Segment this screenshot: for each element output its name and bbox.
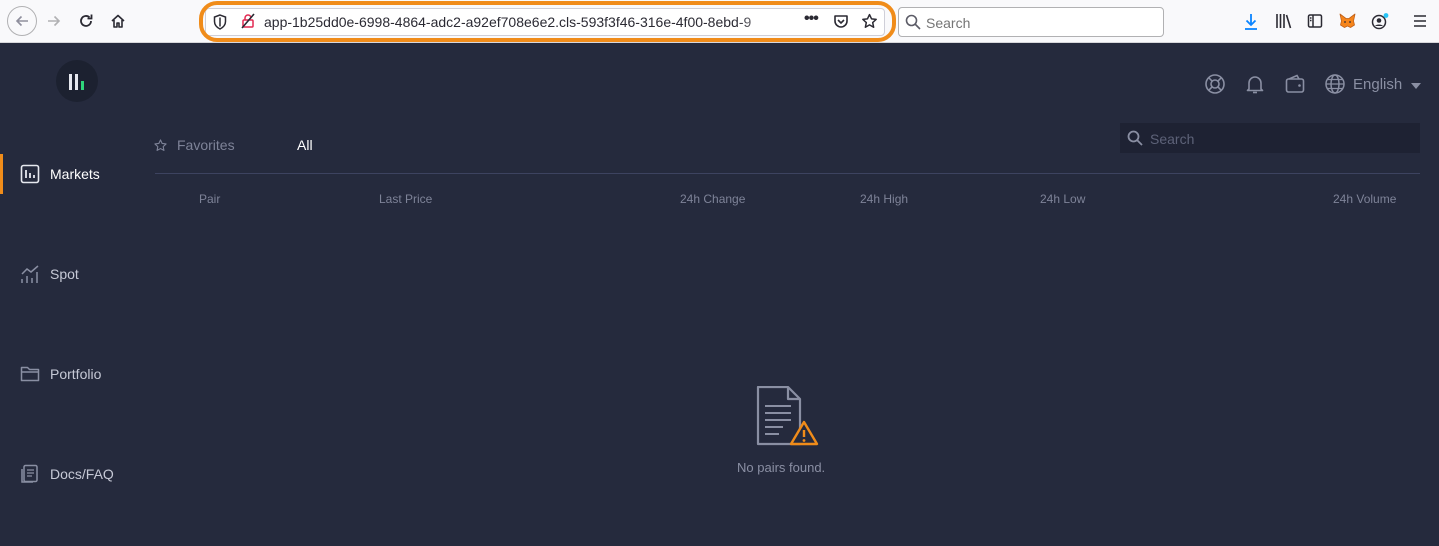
sidebar-item-label: Markets [50, 166, 100, 182]
url-text[interactable]: app-1b25dd0e-6998-4864-adc2-a92ef708e6e2… [264, 13, 799, 31]
tab-label: Favorites [177, 137, 235, 153]
insecure-lock-icon[interactable] [240, 13, 256, 29]
column-header-last-price[interactable]: Last Price [379, 192, 432, 206]
tracking-shield-icon[interactable] [213, 14, 227, 30]
sidebar-item-portfolio[interactable]: Portfolio [0, 354, 140, 394]
language-label: English [1353, 75, 1403, 93]
arrow-left-icon [15, 15, 28, 27]
app-logo[interactable] [56, 60, 98, 102]
library-icon[interactable] [1275, 13, 1293, 29]
reload-button[interactable] [72, 7, 100, 35]
help-lifebuoy-icon[interactable] [1204, 73, 1226, 95]
sidebar-item-spot[interactable]: Spot [0, 254, 140, 294]
search-icon [905, 14, 921, 30]
forward-button[interactable] [40, 7, 68, 35]
pocket-icon[interactable] [833, 13, 849, 29]
tab-label: All [297, 137, 313, 153]
sidebar-toggle-icon[interactable] [1307, 13, 1323, 29]
hamburger-menu-icon[interactable] [1412, 13, 1428, 29]
back-button[interactable] [7, 6, 37, 36]
column-header-24h-volume[interactable]: 24h Volume [1333, 192, 1396, 206]
page-actions-button[interactable]: ••• [804, 10, 819, 28]
market-search-input[interactable] [1150, 131, 1410, 147]
home-icon [111, 14, 125, 28]
docs-icon [21, 464, 38, 483]
star-icon [154, 138, 167, 151]
language-selector[interactable]: English [1324, 72, 1422, 96]
reload-icon [80, 14, 93, 27]
trend-icon [21, 265, 39, 283]
sidebar-item-label: Spot [50, 266, 79, 282]
tab-all[interactable]: All [297, 137, 313, 153]
search-icon [1127, 130, 1143, 146]
column-header-pair[interactable]: Pair [199, 192, 220, 206]
tab-favorites[interactable]: Favorites [154, 137, 235, 153]
column-header-24h-low[interactable]: 24h Low [1040, 192, 1085, 206]
bookmark-star-icon[interactable] [861, 13, 878, 30]
account-icon[interactable] [1371, 13, 1389, 31]
table-divider [155, 173, 1420, 174]
logo-bars-icon [69, 74, 84, 90]
wallet-icon[interactable] [1284, 73, 1306, 95]
active-indicator [0, 154, 3, 194]
column-header-24h-change[interactable]: 24h Change [680, 192, 745, 206]
sidebar-item-label: Docs/FAQ [50, 466, 114, 482]
home-button[interactable] [104, 7, 132, 35]
metamask-fox-icon[interactable] [1339, 13, 1356, 29]
notification-bell-icon[interactable] [1244, 73, 1266, 95]
caret-down-icon [1411, 82, 1422, 89]
browser-search-input[interactable] [926, 15, 1146, 31]
empty-state-message: No pairs found. [737, 460, 826, 475]
column-header-24h-high[interactable]: 24h High [860, 192, 908, 206]
sidebar-item-docs[interactable]: Docs/FAQ [0, 454, 140, 494]
download-icon[interactable] [1243, 13, 1259, 31]
empty-document-warning-icon [756, 386, 819, 446]
folder-icon [20, 366, 40, 382]
chart-icon [20, 164, 40, 184]
sidebar-item-label: Portfolio [50, 366, 102, 382]
sidebar-item-markets[interactable]: Markets [0, 154, 140, 194]
globe-icon [1325, 74, 1345, 94]
arrow-right-icon [48, 15, 61, 27]
